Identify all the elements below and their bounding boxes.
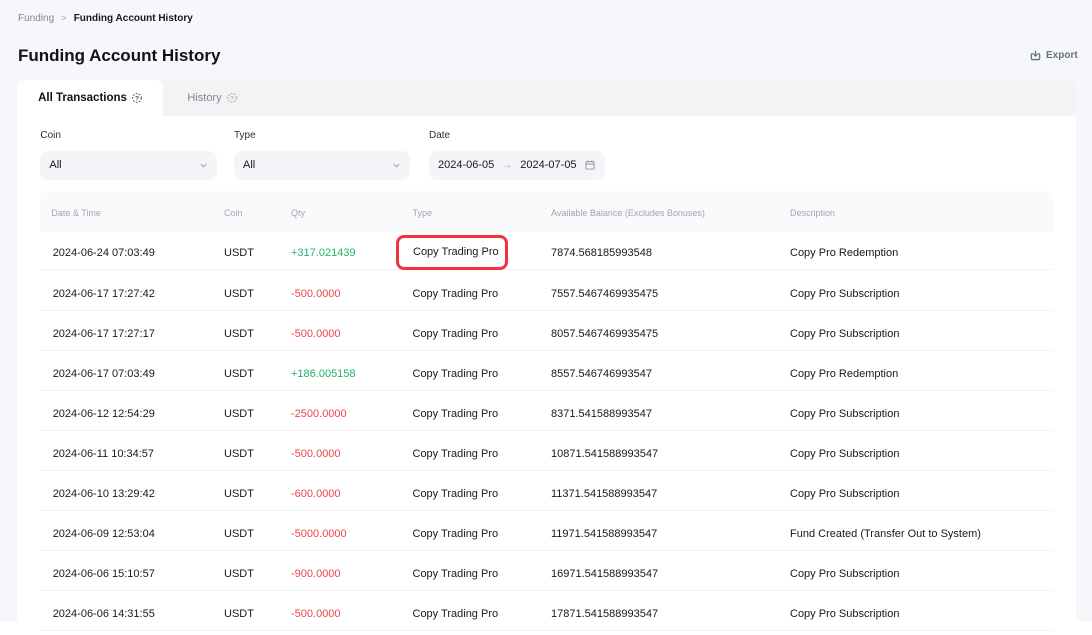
svg-text:?: ? [135, 95, 139, 102]
svg-text:?: ? [230, 95, 234, 102]
